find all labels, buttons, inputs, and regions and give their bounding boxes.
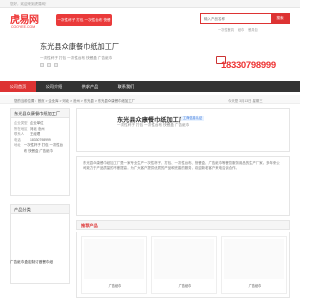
product-caption[interactable]: 广告纸巾	[82, 283, 148, 288]
hot-keyword[interactable]: 一次性餐具	[218, 28, 234, 32]
recommended-products-header: 推荐产品	[76, 220, 290, 230]
welcome-text: 您好，欢迎来到虎易网！	[10, 2, 49, 6]
company-introduction: 东光县众康餐巾纸加工厂是一家专业生产一次性杯子、打包、一次性台布、快餐盒、广告纸…	[76, 156, 290, 216]
cert-icon	[54, 63, 59, 67]
cert-icon	[47, 63, 52, 67]
hot-keywords: 一次性餐具 纸巾 餐具包	[218, 27, 261, 32]
company-phone: 18330798999	[221, 60, 276, 71]
nav-item-products[interactable]: 供求产品	[72, 81, 108, 92]
product-image[interactable]	[154, 239, 214, 279]
product-caption[interactable]: 广告纸巾	[222, 283, 288, 288]
hot-keyword[interactable]: 纸巾	[238, 28, 244, 32]
company-description: 一次性杯子 打包 一次性台布 快餐盒 广告纸巾	[40, 56, 113, 60]
product-list: 广告纸巾 广告纸巾 广告纸巾	[76, 232, 290, 298]
main-nav: 公司首页 公司介绍 供求产品 联系我们	[0, 81, 300, 92]
search-button[interactable]: 搜索	[271, 14, 289, 23]
contact-row: 地址 一次性杯子 打包 一次性台布 快餐盒 广告纸巾	[14, 143, 66, 154]
company-name: 东光县众康餐巾纸加工厂	[40, 42, 120, 51]
product-card[interactable]: 广告纸巾	[221, 236, 287, 294]
contact-value: 一次性杯子 打包 一次性台布 快餐盒 广告纸巾	[23, 143, 64, 153]
date-text: 今天是 3月13日 星期三	[228, 99, 263, 103]
slogan-banner: 一次性杯子 打包 一次性台布 快餐盒 广告纸巾	[56, 14, 112, 34]
product-caption[interactable]: 广告纸巾	[152, 283, 218, 288]
nav-item-about[interactable]: 公司介绍	[36, 81, 72, 92]
cert-icon	[40, 63, 44, 67]
sidebar: 东光县众康餐巾纸加工厂 企业类型 企业单位 所在地区 河北 沧州 联系人 王经理…	[10, 108, 70, 298]
top-strip: 您好，欢迎来到虎易网！	[0, 0, 300, 8]
main-content: 东光县众康餐巾纸加工厂 工商信息认证 一次性杯子 打包 一次性台布 快餐盒 广告…	[76, 108, 290, 298]
company-card-subtitle: 一次性杯子 打包 一次性台布 快餐盒 广告纸巾	[117, 123, 190, 127]
hot-keyword[interactable]: 餐具包	[248, 28, 258, 32]
recommended-products-title: 推荐产品	[81, 223, 98, 228]
cert-icons	[40, 63, 80, 68]
search-box: 搜索	[200, 13, 290, 24]
logo-sub: COOYEE.COM	[11, 25, 36, 29]
verified-badge: 工商信息认证	[181, 116, 205, 121]
bottom-product-title[interactable]: 广告纸巾盒定制订做餐巾纸	[10, 260, 53, 265]
contact-box: 东光县众康餐巾纸加工厂 企业类型 企业单位 所在地区 河北 沧州 联系人 王经理…	[10, 108, 70, 196]
breadcrumb: 您的当前位置：首页 > 企业库 > 河北 > 沧州 > 东光县 > 东光县众康餐…	[14, 99, 136, 103]
logo-main: 虎易网	[10, 15, 39, 26]
product-card[interactable]: 广告纸巾	[81, 236, 147, 294]
search-input[interactable]	[201, 14, 271, 23]
product-card[interactable]: 广告纸巾	[151, 236, 217, 294]
contact-key: 地址	[14, 143, 21, 148]
nav-item-home[interactable]: 公司首页	[0, 81, 36, 92]
product-category-box: 产品分类	[10, 204, 70, 284]
site-logo[interactable]: 虎易网 COOYEE.COM	[10, 11, 46, 33]
nav-item-contact[interactable]: 联系我们	[108, 81, 144, 92]
contact-title: 东光县众康餐巾纸加工厂	[11, 109, 69, 118]
company-card: 东光县众康餐巾纸加工厂 工商信息认证 一次性杯子 打包 一次性台布 快餐盒 广告…	[76, 108, 290, 152]
product-category-title: 产品分类	[11, 205, 69, 214]
product-image[interactable]	[224, 239, 284, 279]
product-image[interactable]	[84, 239, 144, 279]
